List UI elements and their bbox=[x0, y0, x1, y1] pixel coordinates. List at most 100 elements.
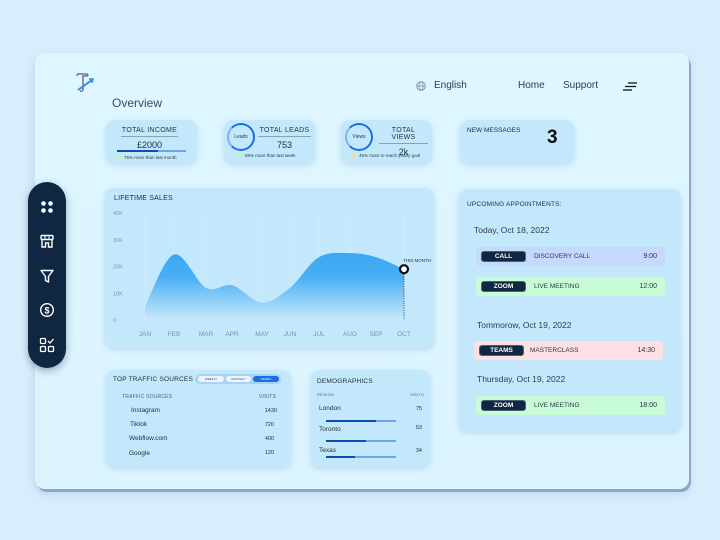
region-visits: 34 bbox=[415, 448, 422, 454]
lifetime-sales-chart: 0 10K 20K 30K 40K JAN FEB MAR APR MAY JUN JUL AUG SEP… bbox=[113, 211, 431, 338]
leads-note-text: 55% more than last week bbox=[245, 153, 296, 158]
appointment-type-badge: TEAMS bbox=[479, 345, 524, 356]
tab-yearly[interactable]: YEARLY bbox=[253, 376, 279, 382]
appointment-type-badge: CALL bbox=[481, 251, 526, 262]
x-tick-label: JUN bbox=[284, 331, 297, 338]
appointment-label: LIVE MEETING bbox=[534, 402, 580, 409]
dashboard-grid-icon[interactable] bbox=[39, 199, 55, 215]
traffic-source: Instagram bbox=[131, 407, 160, 414]
total-income-card: TOTAL INCOME £2000 75% more than last mo… bbox=[106, 120, 197, 163]
logo-icon[interactable] bbox=[73, 71, 97, 95]
traffic-visits: 1430 bbox=[264, 408, 277, 414]
col-visits: VISITS bbox=[410, 392, 424, 397]
appointment-type-badge: ZOOM bbox=[481, 281, 526, 292]
income-progress-fill bbox=[117, 150, 159, 152]
region-visits: 75 bbox=[415, 406, 422, 412]
views-note: 45% more to reach yearly goal bbox=[351, 153, 420, 158]
y-tick-label: 0 bbox=[113, 318, 116, 324]
svg-text:$: $ bbox=[44, 305, 49, 315]
appointment-row[interactable]: CALL DISCOVERY CALL 9:00 bbox=[476, 247, 665, 266]
region-bar bbox=[326, 420, 396, 422]
appointment-date: Thursday, Oct 19, 2022 bbox=[477, 374, 566, 384]
region-bar-fill bbox=[326, 456, 356, 458]
tab-weekly[interactable]: WEEKLY bbox=[198, 376, 224, 382]
total-leads-title: TOTAL LEADS bbox=[259, 127, 310, 134]
traffic-source: Google bbox=[129, 450, 150, 457]
lifetime-sales-card: LIFETIME SALES 0 10K 20K 30K 40K JAN FEB MAR APR… bbox=[105, 188, 434, 348]
divider bbox=[379, 143, 428, 144]
region-name: Toronto bbox=[319, 426, 341, 433]
appointment-row[interactable]: ZOOM LIVE MEETING 18:00 bbox=[476, 396, 665, 415]
leads-note: 55% more than last week bbox=[237, 153, 296, 158]
x-tick-label: OCT bbox=[397, 331, 411, 338]
nav-home[interactable]: Home bbox=[518, 80, 545, 91]
appointments-title: UPCOMING APPOINTMENTS: bbox=[467, 201, 562, 208]
trend-up-icon bbox=[116, 155, 121, 160]
trend-up-icon bbox=[237, 153, 242, 158]
col-visits: VISITS bbox=[259, 394, 277, 400]
traffic-source: Webflow.com bbox=[129, 435, 168, 442]
x-tick-label: SEP bbox=[369, 331, 382, 338]
traffic-sources-card: TOP TRAFFIC SOURCES WEEKLY MONTHLY YEARL… bbox=[106, 370, 291, 467]
income-note-text: 75% more than last month bbox=[124, 155, 177, 160]
new-messages-title: NEW MESSAGES bbox=[467, 127, 521, 134]
total-views-title: TOTAL VIEWS bbox=[391, 127, 416, 141]
tasks-checklist-icon[interactable] bbox=[39, 337, 55, 353]
highlight-point bbox=[398, 264, 410, 275]
appointment-time: 12:00 bbox=[639, 283, 657, 290]
views-progress-ring: Views bbox=[345, 123, 373, 151]
sidebar: $ bbox=[28, 182, 66, 368]
y-tick-label: 10K bbox=[113, 291, 123, 297]
demographics-title: DEMOGRAPHICS bbox=[317, 378, 373, 385]
region-bar bbox=[326, 440, 396, 442]
demographics-card: DEMOGRAPHICS REGION VISITS London 75 Tor… bbox=[311, 370, 430, 467]
income-progress-track bbox=[117, 150, 186, 152]
appointment-label: DISCOVERY CALL bbox=[534, 253, 591, 260]
region-bar-fill bbox=[326, 420, 377, 422]
views-note-text: 45% more to reach yearly goal bbox=[359, 153, 421, 158]
new-messages-card[interactable]: NEW MESSAGES 3 bbox=[460, 120, 574, 163]
appointment-date: Today, Oct 18, 2022 bbox=[474, 225, 550, 235]
appointment-row[interactable]: TEAMS MASTERCLASS 14:30 bbox=[474, 341, 663, 360]
total-leads-value: 753 bbox=[276, 140, 293, 150]
region-bar-fill bbox=[326, 440, 366, 442]
traffic-visits: 120 bbox=[264, 450, 274, 456]
x-tick-label: AUG bbox=[343, 331, 357, 338]
region-name: London bbox=[319, 405, 341, 412]
y-tick-label: 40K bbox=[113, 211, 123, 217]
appointment-row[interactable]: ZOOM LIVE MEETING 12:00 bbox=[476, 277, 665, 296]
appointment-time: 14:30 bbox=[637, 347, 655, 354]
store-icon[interactable] bbox=[39, 233, 55, 249]
leads-progress-ring: Leads bbox=[227, 123, 255, 151]
appointments-card: UPCOMING APPOINTMENTS: Today, Oct 18, 20… bbox=[459, 189, 681, 431]
filter-funnel-icon[interactable] bbox=[39, 268, 55, 284]
y-tick-label: 30K bbox=[113, 238, 123, 244]
trend-icon bbox=[351, 153, 356, 158]
region-name: Texas bbox=[319, 447, 336, 454]
globe-icon[interactable] bbox=[416, 81, 426, 91]
appointment-date: Tommorow, Oct 19, 2022 bbox=[477, 320, 572, 330]
col-region: REGION bbox=[317, 392, 334, 397]
x-tick-label: MAY bbox=[255, 331, 269, 338]
traffic-visits: 400 bbox=[264, 436, 274, 442]
traffic-title: TOP TRAFFIC SOURCES bbox=[113, 376, 194, 383]
total-views-card: Views TOTAL VIEWS 2k 45% more to reach y… bbox=[341, 120, 432, 163]
y-tick-label: 20K bbox=[113, 265, 123, 271]
total-income-title: TOTAL INCOME bbox=[121, 127, 178, 134]
nav-support[interactable]: Support bbox=[563, 80, 598, 91]
divider bbox=[121, 136, 178, 137]
language-selector[interactable]: English bbox=[434, 80, 467, 91]
divider bbox=[258, 136, 311, 137]
x-tick-label: JAN bbox=[139, 331, 152, 338]
total-income-value: £2000 bbox=[136, 140, 163, 150]
tab-monthly[interactable]: MONTHLY bbox=[226, 376, 251, 382]
menu-icon[interactable] bbox=[623, 82, 637, 91]
appointment-type-badge: ZOOM bbox=[481, 400, 526, 411]
new-messages-count: 3 bbox=[547, 127, 558, 148]
region-visits: 53 bbox=[415, 425, 422, 431]
x-tick-label: APR bbox=[225, 331, 239, 338]
leads-ring-label: Leads bbox=[234, 134, 248, 140]
traffic-source: Tiktok bbox=[130, 421, 148, 428]
this-month-label: THIS MONTH bbox=[403, 258, 431, 263]
dollar-icon[interactable]: $ bbox=[39, 302, 55, 318]
